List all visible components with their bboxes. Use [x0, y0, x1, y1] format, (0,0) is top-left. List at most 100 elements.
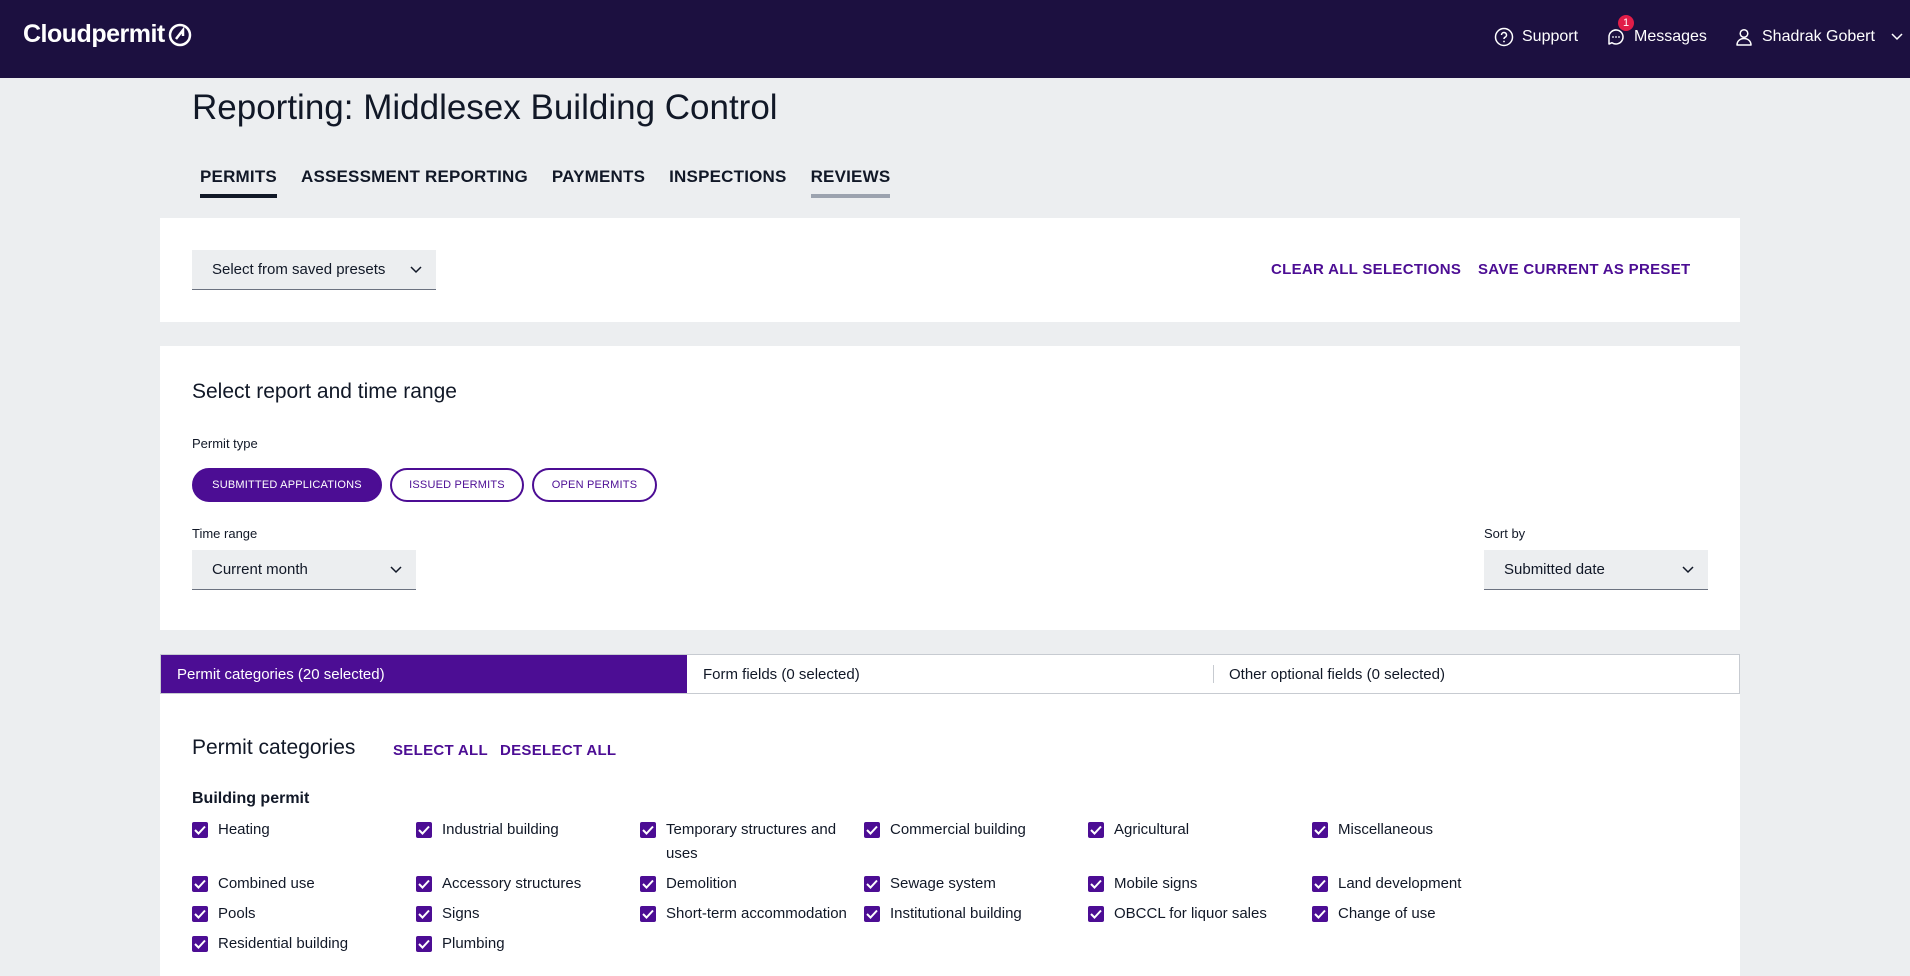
permit-categories-title: Permit categories [192, 736, 356, 759]
category-checkbox[interactable]: Plumbing [416, 932, 632, 956]
category-checkbox[interactable]: Mobile signs [1088, 872, 1304, 896]
category-label: Miscellaneous [1338, 821, 1434, 838]
category-checkbox[interactable]: Pools [192, 902, 408, 926]
tab-reviews[interactable]: REVIEWS [810, 167, 891, 198]
tab-permits[interactable]: PERMITS [200, 167, 277, 198]
field-selection-tabs: Permit categories (20 selected) Form fie… [160, 654, 1740, 694]
tab-other-optional-fields[interactable]: Other optional fields (0 selected) [1213, 655, 1739, 693]
category-checkbox[interactable]: Accessory structures [416, 872, 632, 896]
checkbox-checked-icon[interactable] [192, 906, 208, 922]
chevron-down-icon [410, 265, 422, 273]
checkbox-checked-icon[interactable] [864, 876, 880, 892]
category-checkbox[interactable]: Commercial building [864, 818, 1080, 842]
checkbox-checked-icon[interactable] [192, 876, 208, 892]
checkbox-checked-icon[interactable] [192, 822, 208, 838]
category-checkbox[interactable]: Combined use [192, 872, 408, 896]
presets-select-label: Select from saved presets [212, 261, 386, 278]
checkbox-checked-icon[interactable] [1088, 906, 1104, 922]
category-checkbox[interactable]: Heating [192, 818, 408, 842]
report-card: Select report and time range Permit type… [160, 346, 1740, 630]
sort-by-value: Submitted date [1504, 561, 1605, 578]
category-checkbox[interactable]: Change of use [1312, 902, 1528, 926]
category-checkbox[interactable]: Short-term accommodation [640, 902, 856, 926]
category-checkbox[interactable]: Temporary structures and uses [640, 818, 856, 866]
checkbox-checked-icon[interactable] [416, 936, 432, 952]
category-label: Commercial building [890, 821, 1026, 838]
user-name: Shadrak Gobert [1762, 28, 1875, 45]
tab-inspections[interactable]: INSPECTIONS [669, 167, 786, 193]
category-label: Residential building [218, 935, 349, 952]
category-checkbox[interactable]: Industrial building [416, 818, 632, 842]
tab-permit-categories[interactable]: Permit categories (20 selected) [161, 655, 687, 693]
user-menu[interactable]: Shadrak Gobert [1734, 27, 1903, 47]
category-label: Land development [1338, 875, 1462, 892]
time-range-select[interactable]: Current month [192, 550, 416, 590]
checkbox-checked-icon[interactable] [640, 906, 656, 922]
chevron-down-icon [1891, 33, 1903, 41]
category-label: Change of use [1338, 905, 1436, 922]
select-all-button[interactable]: SELECT ALL [393, 742, 488, 759]
category-checkbox[interactable]: Signs [416, 902, 632, 926]
checkbox-checked-icon[interactable] [192, 936, 208, 952]
checkbox-checked-icon[interactable] [1088, 876, 1104, 892]
permit-type-label: Permit type [192, 436, 258, 451]
tab-payments[interactable]: PAYMENTS [552, 167, 645, 193]
checkbox-checked-icon[interactable] [416, 876, 432, 892]
category-label: Institutional building [890, 905, 1022, 922]
checkbox-checked-icon[interactable] [1312, 906, 1328, 922]
report-tabs: PERMITS ASSESSMENT REPORTING PAYMENTS IN… [200, 167, 914, 198]
page-title: Reporting: Middlesex Building Control [192, 88, 778, 127]
checkbox-checked-icon[interactable] [864, 822, 880, 838]
checkbox-checked-icon[interactable] [640, 876, 656, 892]
messages-badge: 1 [1618, 15, 1634, 31]
permit-categories-card: Permit categories SELECT ALL DESELECT AL… [160, 694, 1740, 976]
category-label: Agricultural [1114, 821, 1190, 838]
category-checkbox[interactable]: Sewage system [864, 872, 1080, 896]
category-label: Mobile signs [1114, 875, 1198, 892]
support-label: Support [1522, 28, 1579, 45]
checkbox-checked-icon[interactable] [1088, 822, 1104, 838]
building-permit-group-title: Building permit [192, 790, 310, 807]
checkbox-checked-icon[interactable] [864, 906, 880, 922]
category-label: Pools [218, 905, 256, 922]
chevron-down-icon [390, 565, 402, 573]
category-checkbox[interactable]: Demolition [640, 872, 856, 896]
save-preset-button[interactable]: SAVE CURRENT AS PRESET [1478, 261, 1690, 278]
category-checkbox[interactable]: Agricultural [1088, 818, 1304, 842]
sort-by-label: Sort by [1484, 526, 1526, 541]
category-checkbox[interactable]: Land development [1312, 872, 1528, 896]
clear-all-selections-button[interactable]: CLEAR ALL SELECTIONS [1271, 261, 1461, 278]
checkbox-checked-icon[interactable] [1312, 822, 1328, 838]
tab-form-fields[interactable]: Form fields (0 selected) [687, 655, 1213, 693]
category-checkbox[interactable]: OBCCL for liquor sales [1088, 902, 1304, 926]
checkbox-checked-icon[interactable] [416, 906, 432, 922]
category-label: Industrial building [442, 821, 559, 838]
category-label: Combined use [218, 875, 315, 892]
checkbox-checked-icon[interactable] [1312, 876, 1328, 892]
sort-by-select[interactable]: Submitted date [1484, 550, 1708, 590]
category-label: Short-term accommodation [666, 905, 847, 922]
messages-label: Messages [1634, 28, 1707, 45]
help-icon [1494, 27, 1514, 47]
pill-open-permits[interactable]: OPEN PERMITS [532, 468, 657, 502]
category-label: Plumbing [442, 935, 505, 952]
tab-assessment-reporting[interactable]: ASSESSMENT REPORTING [301, 167, 528, 193]
report-section-title: Select report and time range [192, 380, 457, 403]
time-range-label: Time range [192, 526, 258, 541]
category-checkbox[interactable]: Institutional building [864, 902, 1080, 926]
presets-select[interactable]: Select from saved presets [192, 250, 436, 290]
deselect-all-button[interactable]: DESELECT ALL [500, 742, 616, 759]
support-link[interactable]: Support [1494, 27, 1578, 47]
checkbox-checked-icon[interactable] [416, 822, 432, 838]
brand-name: Cloudpermit [23, 20, 165, 48]
messages-link[interactable]: 1 Messages [1606, 15, 1707, 47]
cloudpermit-logo[interactable]: Cloudpermit [23, 20, 192, 49]
category-checkbox[interactable]: Residential building [192, 932, 408, 956]
category-checkbox[interactable]: Miscellaneous [1312, 818, 1528, 842]
category-label: Demolition [666, 875, 737, 892]
checkbox-checked-icon[interactable] [640, 822, 656, 838]
category-label: Sewage system [890, 875, 996, 892]
pill-issued-permits[interactable]: ISSUED PERMITS [390, 468, 524, 502]
pill-submitted-applications[interactable]: SUBMITTED APPLICATIONS [192, 468, 382, 502]
presets-card: Select from saved presets CLEAR ALL SELE… [160, 218, 1740, 322]
